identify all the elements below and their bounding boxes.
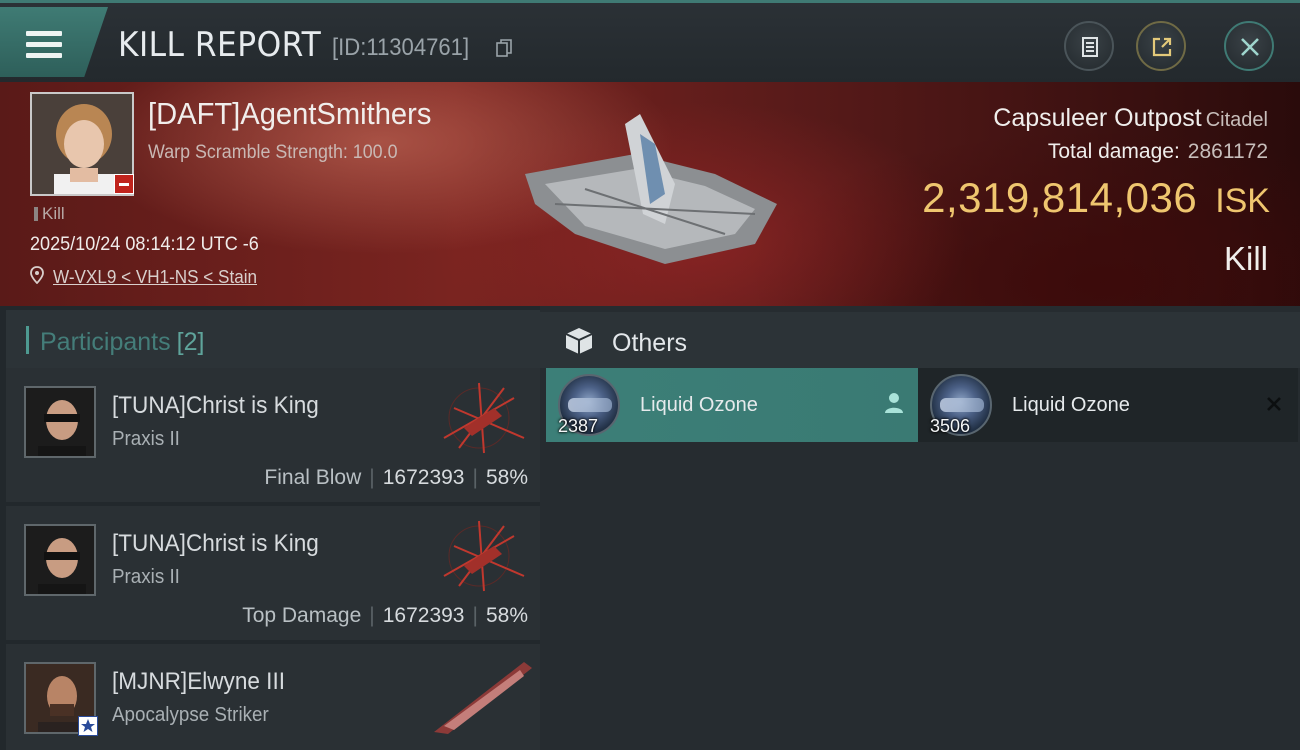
isk-amount: 2,319,814,036 (922, 174, 1198, 221)
others-header: Others (540, 312, 1300, 368)
item-quantity: 2387 (558, 416, 599, 436)
location-pin-icon (30, 266, 44, 284)
item-card[interactable]: 3506 Liquid Ozone (918, 368, 1298, 442)
structure-name-text: Capsuleer Outpost (993, 104, 1202, 132)
ship-icon (443, 382, 525, 454)
isk-unit: ISK (1215, 182, 1270, 220)
participants-label: Participants [2] (40, 328, 204, 357)
participant-stats: Top Damage | 1672393 | 58% (242, 604, 528, 627)
participant-ship: Praxis II (112, 428, 180, 450)
box-icon (565, 328, 593, 354)
participants-panel: Participants [2] [TUNA]Christ is King Pra… (0, 306, 540, 750)
total-damage: Total damage: 2861172 (1048, 140, 1268, 164)
copy-icon[interactable] (496, 39, 512, 57)
location-link[interactable]: W-VXL9 < VH1-NS < Stain (53, 267, 257, 288)
page-title: KILL REPORT (118, 25, 322, 65)
participant-name[interactable]: [MJNR]Elwyne III (112, 668, 285, 696)
participant-role: Top Damage (242, 604, 362, 627)
hamburger-menu-icon[interactable] (26, 31, 62, 59)
structure-name: Capsuleer Outpost Citadel (993, 104, 1268, 133)
menu-button[interactable] (0, 7, 108, 77)
share-button[interactable] (1136, 21, 1186, 71)
participant-portrait (26, 388, 94, 456)
close-button[interactable] (1224, 21, 1274, 71)
person-icon (885, 393, 903, 413)
participant-stats: Final Blow | 1672393 | 58% (264, 466, 528, 489)
participants-label-text: Participants (40, 328, 171, 356)
participant-name[interactable]: [TUNA]Christ is King (112, 530, 319, 558)
document-button[interactable] (1064, 21, 1114, 71)
participant-portrait (26, 526, 94, 594)
warp-scramble-strength: Warp Scramble Strength: 100.0 (148, 142, 398, 163)
participants-tab[interactable]: Participants [2] (6, 310, 540, 368)
participant-ship: Apocalypse Striker (112, 704, 269, 726)
participant-row[interactable]: [MJNR]Elwyne III Apocalypse Striker (6, 644, 540, 750)
participant-percent: 58% (485, 604, 528, 627)
kill-datetime: 2025/10/24 08:14:12 UTC -6 (30, 234, 259, 255)
total-damage-label: Total damage: (1047, 140, 1180, 163)
x-icon (1267, 397, 1281, 411)
structure-type: Citadel (1205, 109, 1268, 131)
participant-ship: Praxis II (112, 566, 180, 588)
isk-value: 2,319,814,036 ISK (922, 174, 1270, 222)
document-icon (1082, 37, 1098, 57)
result-label: Kill (1223, 240, 1268, 277)
victim-name[interactable]: [DAFT]AgentSmithers (148, 96, 431, 132)
star-badge-icon (78, 716, 98, 736)
others-panel: Others 2387 Liquid Ozone 3506 Liquid Ozo… (540, 306, 1300, 750)
report-id: [ID:11304761] (332, 34, 470, 61)
item-name: Liquid Ozone (1012, 394, 1130, 416)
share-icon (1152, 37, 1172, 57)
top-bar: KILL REPORT [ID:11304761] (0, 0, 1300, 82)
participants-count: [2] (176, 328, 205, 356)
item-quantity: 3506 (930, 416, 971, 436)
avatar[interactable] (24, 524, 96, 596)
tab-indicator (26, 326, 29, 354)
avatar[interactable] (24, 386, 96, 458)
item-card[interactable]: 2387 Liquid Ozone (546, 368, 918, 442)
participant-row[interactable]: [TUNA]Christ is King Praxis II Final Blo… (6, 368, 540, 502)
participant-role: Final Blow (264, 466, 362, 489)
participant-damage: 1672393 (382, 604, 465, 627)
ship-icon (443, 520, 525, 592)
structure-image (525, 114, 777, 264)
participant-percent: 58% (485, 466, 528, 489)
participant-row[interactable]: [TUNA]Christ is King Praxis II Top Damag… (6, 506, 540, 640)
victim-summary: [DAFT]AgentSmithers Warp Scramble Streng… (0, 82, 1300, 306)
kill-tag: Kill (34, 204, 65, 224)
minus-badge-icon (114, 174, 134, 194)
item-name: Liquid Ozone (640, 394, 758, 416)
others-label: Others (612, 329, 688, 357)
participant-damage: 1672393 (382, 466, 465, 489)
participant-name[interactable]: [TUNA]Christ is King (112, 392, 319, 420)
close-icon (1241, 38, 1259, 56)
total-damage-value: 2861172 (1187, 140, 1268, 163)
ship-icon (434, 662, 532, 734)
